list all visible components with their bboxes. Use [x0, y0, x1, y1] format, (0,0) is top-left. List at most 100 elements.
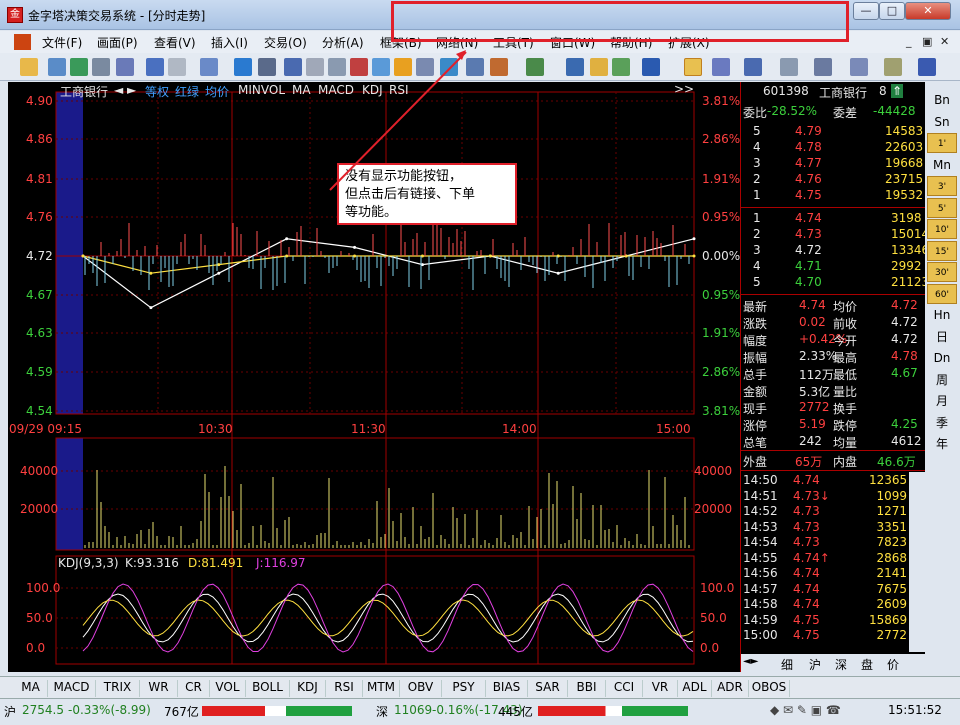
period-button[interactable]: 1' [927, 133, 957, 153]
indicator-tab[interactable]: BOLL [246, 680, 290, 697]
menu-trade[interactable]: 交易(O) [264, 34, 307, 51]
indicator-tab[interactable]: CR [178, 680, 210, 697]
period-button[interactable]: 季 [927, 413, 957, 433]
period-button[interactable]: 15' [927, 240, 957, 261]
indicator-tab[interactable]: OBOS [749, 680, 790, 697]
indicator-tab[interactable]: CCI [606, 680, 643, 697]
chart-option-redgreen[interactable]: 红绿 [175, 83, 199, 100]
panel-tab-detail[interactable]: 细 [781, 656, 793, 673]
list-icon[interactable] [490, 58, 508, 76]
monitor-icon[interactable] [350, 58, 368, 76]
print-icon[interactable] [116, 58, 134, 76]
period-button[interactable]: 5' [927, 197, 957, 218]
indicator-tab[interactable]: VR [643, 680, 678, 697]
indicator-tab[interactable]: RSI [326, 680, 363, 697]
indicator-tab[interactable]: KDJ [290, 680, 326, 697]
menu-look[interactable]: 查看(V) [154, 34, 196, 51]
frame-icon[interactable] [92, 58, 110, 76]
indicator-ma[interactable]: MA [292, 83, 311, 97]
columns-icon[interactable] [780, 58, 798, 76]
panel-tab-sh[interactable]: 沪 [809, 656, 821, 673]
indicator-tab[interactable]: MA [14, 680, 48, 697]
undo-icon[interactable] [146, 58, 164, 76]
panel-tab-sz[interactable]: 深 [835, 656, 847, 673]
trend-icon[interactable] [814, 58, 832, 76]
redo-icon[interactable] [168, 58, 186, 76]
period-button[interactable]: 10' [927, 219, 957, 239]
mdi-close-icon[interactable]: ✕ [940, 35, 949, 48]
indicator-macd[interactable]: MACD [318, 83, 354, 97]
window-icon[interactable] [284, 58, 302, 76]
menu-insert[interactable]: 插入(I) [211, 34, 248, 51]
sell-price[interactable]: 4.79 [795, 124, 822, 138]
sell-price[interactable]: 4.76 [795, 172, 822, 186]
mdi-restore-icon[interactable]: ▣ [922, 35, 932, 48]
layout-icon[interactable] [48, 58, 66, 76]
period-button[interactable]: 30' [927, 262, 957, 282]
document-icon[interactable] [416, 58, 434, 76]
computer-icon[interactable] [566, 58, 584, 76]
buy-price[interactable]: 4.71 [795, 259, 822, 273]
indicator-rsi[interactable]: RSI [389, 83, 409, 97]
copy-icon[interactable] [328, 58, 346, 76]
warning-icon[interactable] [394, 58, 412, 76]
menu-view[interactable]: 画面(P) [97, 34, 138, 51]
period-button[interactable]: Dn [927, 348, 957, 368]
sell-price[interactable]: 4.77 [795, 156, 822, 170]
period-button[interactable]: 年 [927, 434, 957, 454]
move-icon[interactable] [234, 58, 252, 76]
panel-tab-price[interactable]: 价 [887, 656, 899, 673]
period-button[interactable]: Hn [927, 305, 957, 325]
indicator-tab[interactable]: TRIX [96, 680, 140, 697]
buy-price[interactable]: 4.74 [795, 211, 822, 225]
text-icon[interactable] [918, 58, 936, 76]
indicator-tab[interactable]: OBV [400, 680, 442, 697]
menu-analysis[interactable]: 分析(A) [322, 34, 364, 51]
indicator-icon[interactable] [744, 58, 762, 76]
panel-prev-icon[interactable]: ◄► [743, 656, 758, 667]
cursor-icon[interactable] [200, 58, 218, 76]
edit-icon[interactable] [306, 58, 324, 76]
toolbox-icon[interactable] [612, 58, 630, 76]
grid-icon[interactable] [70, 58, 88, 76]
chart-icon[interactable] [440, 58, 458, 76]
buy-price[interactable]: 4.70 [795, 275, 822, 289]
folder-icon[interactable] [590, 58, 608, 76]
maximize-button[interactable]: □ [879, 2, 905, 20]
tick-scrollbar[interactable] [909, 472, 925, 652]
buy-price[interactable]: 4.72 [795, 243, 822, 257]
indicator-tab[interactable]: VOL [210, 680, 246, 697]
indicator-tab[interactable]: SAR [528, 680, 568, 697]
close-button[interactable]: ✕ [905, 2, 951, 20]
indicator-tab[interactable]: PSY [442, 680, 486, 697]
tray-icons[interactable]: ◆ ✉ ✎ ▣ ☎ [770, 703, 841, 717]
period-button[interactable]: 3' [927, 176, 957, 196]
sell-price[interactable]: 4.75 [795, 188, 822, 202]
buy-price[interactable]: 4.73 [795, 227, 822, 241]
period-button[interactable]: 月 [927, 391, 957, 411]
panel-tab-pan[interactable]: 盘 [861, 656, 873, 673]
indicator-tab[interactable]: BIAS [486, 680, 528, 697]
period-button[interactable]: 60' [927, 283, 957, 304]
period-button[interactable]: 周 [927, 370, 957, 390]
minimize-button[interactable]: — [853, 2, 879, 20]
indicator-tab[interactable]: BBI [568, 680, 606, 697]
nav-arrows[interactable]: ◄ ► [114, 83, 136, 97]
kline-icon[interactable] [466, 58, 484, 76]
save-icon[interactable] [372, 58, 390, 76]
up-arrow-icon[interactable]: ⇑ [891, 84, 903, 98]
indicator-tab[interactable]: ADL [678, 680, 712, 697]
pen-icon[interactable] [712, 58, 730, 76]
chart-option-avg[interactable]: 均价 [205, 83, 229, 100]
indicator-tab[interactable]: WR [140, 680, 178, 697]
period-button[interactable]: Bn [927, 90, 957, 110]
period-button[interactable]: Mn [927, 155, 957, 175]
zoom-icon[interactable] [258, 58, 276, 76]
indicator-kdj[interactable]: KDJ [362, 83, 383, 97]
period-button[interactable]: Sn [927, 112, 957, 132]
indicator-tab[interactable]: ADR [712, 680, 749, 697]
open-icon[interactable] [20, 58, 38, 76]
layers-icon[interactable] [850, 58, 868, 76]
panel-icon[interactable] [526, 58, 544, 76]
expand-icon[interactable]: >> [674, 82, 694, 96]
